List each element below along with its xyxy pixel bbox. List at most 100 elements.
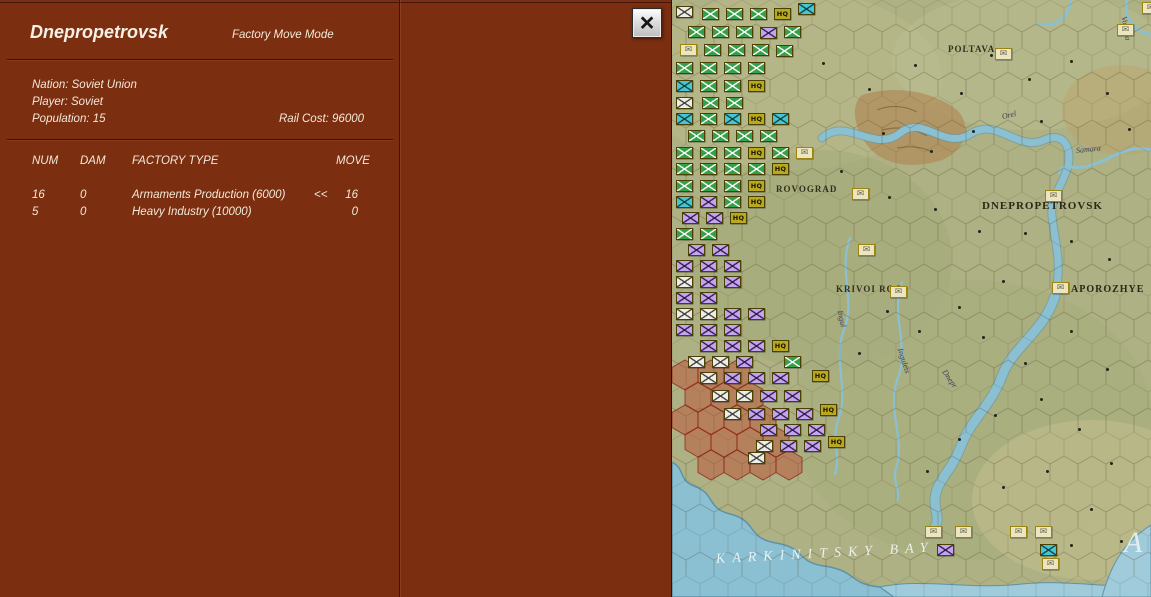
move-factory-control[interactable]: << [314, 189, 327, 201]
unit-counter[interactable] [724, 180, 741, 192]
unit-counter[interactable] [724, 408, 741, 420]
city-depot-counter[interactable]: ✉ [925, 526, 942, 538]
hq-unit-counter[interactable]: HQ [774, 8, 791, 20]
unit-counter[interactable] [676, 292, 693, 304]
unit-counter[interactable] [700, 80, 717, 92]
unit-counter[interactable] [784, 390, 801, 402]
unit-counter[interactable] [748, 340, 765, 352]
hq-unit-counter[interactable]: HQ [772, 340, 789, 352]
city-depot-counter[interactable]: ✉ [1042, 558, 1059, 570]
city-depot-counter[interactable]: ✉ [852, 188, 869, 200]
unit-counter[interactable] [748, 452, 765, 464]
unit-counter[interactable] [700, 324, 717, 336]
unit-counter[interactable] [700, 308, 717, 320]
unit-counter[interactable] [700, 180, 717, 192]
unit-counter[interactable] [724, 163, 741, 175]
unit-counter[interactable] [804, 440, 821, 452]
unit-counter[interactable] [772, 372, 789, 384]
hq-unit-counter[interactable]: HQ [820, 404, 837, 416]
city-depot-counter[interactable]: ✉ [1117, 24, 1134, 36]
unit-counter[interactable] [700, 196, 717, 208]
unit-counter[interactable] [776, 45, 793, 57]
unit-counter[interactable] [748, 163, 765, 175]
unit-counter[interactable] [748, 308, 765, 320]
unit-counter[interactable] [688, 130, 705, 142]
unit-counter[interactable] [724, 324, 741, 336]
city-depot-counter[interactable]: ✉ [680, 44, 697, 56]
city-depot-counter[interactable]: ✉ [796, 147, 813, 159]
unit-counter[interactable] [712, 244, 729, 256]
hq-unit-counter[interactable]: HQ [772, 163, 789, 175]
unit-counter[interactable] [760, 27, 777, 39]
unit-counter[interactable] [712, 26, 729, 38]
unit-counter[interactable] [728, 44, 745, 56]
unit-counter[interactable] [700, 62, 717, 74]
unit-counter[interactable] [780, 440, 797, 452]
unit-counter[interactable] [736, 26, 753, 38]
unit-counter[interactable] [676, 80, 693, 92]
hq-unit-counter[interactable]: HQ [730, 212, 747, 224]
unit-counter[interactable] [724, 196, 741, 208]
unit-counter[interactable] [724, 260, 741, 272]
unit-counter[interactable] [752, 44, 769, 56]
unit-counter[interactable] [676, 308, 693, 320]
unit-counter[interactable] [772, 408, 789, 420]
unit-counter[interactable] [796, 408, 813, 420]
city-depot-counter[interactable]: ✉ [1035, 526, 1052, 538]
unit-counter[interactable] [700, 113, 717, 125]
unit-counter[interactable] [772, 147, 789, 159]
unit-counter[interactable] [676, 113, 693, 125]
unit-counter[interactable] [808, 424, 825, 436]
unit-counter[interactable] [750, 8, 767, 20]
unit-counter[interactable] [724, 340, 741, 352]
unit-counter[interactable] [676, 196, 693, 208]
unit-counter[interactable] [700, 163, 717, 175]
unit-counter[interactable] [736, 390, 753, 402]
unit-counter[interactable] [700, 340, 717, 352]
hq-unit-counter[interactable]: HQ [748, 180, 765, 192]
unit-counter[interactable] [676, 260, 693, 272]
unit-counter[interactable] [682, 212, 699, 224]
unit-counter[interactable] [688, 356, 705, 368]
unit-counter[interactable] [700, 372, 717, 384]
unit-counter[interactable] [712, 356, 729, 368]
city-depot-counter[interactable]: ✉ [955, 526, 972, 538]
city-depot-counter[interactable]: ✉ [1045, 190, 1062, 202]
unit-counter[interactable] [676, 276, 693, 288]
city-depot-counter[interactable]: ✉ [1052, 282, 1069, 294]
unit-counter[interactable] [676, 6, 693, 18]
unit-counter[interactable] [784, 356, 801, 368]
factory-type[interactable]: Armaments Production (6000) [132, 189, 285, 201]
unit-counter[interactable] [700, 260, 717, 272]
unit-counter[interactable] [676, 228, 693, 240]
city-depot-counter[interactable]: ✉ [1010, 526, 1027, 538]
map-viewport[interactable]: POLTAVA ROVOGRAD DNEPROPETROVSK KRIVOI ROG A… [672, 0, 1151, 597]
unit-counter[interactable] [760, 390, 777, 402]
unit-counter[interactable] [724, 276, 741, 288]
unit-counter[interactable] [704, 44, 721, 56]
unit-counter[interactable] [676, 97, 693, 109]
unit-counter[interactable] [700, 292, 717, 304]
unit-counter[interactable] [702, 97, 719, 109]
unit-counter[interactable] [700, 276, 717, 288]
city-depot-counter[interactable]: ✉ [890, 286, 907, 298]
hq-unit-counter[interactable]: HQ [748, 80, 765, 92]
hq-unit-counter[interactable]: HQ [812, 370, 829, 382]
unit-counter[interactable] [700, 228, 717, 240]
unit-counter[interactable] [724, 308, 741, 320]
hq-unit-counter[interactable]: HQ [828, 436, 845, 448]
unit-counter[interactable] [736, 130, 753, 142]
unit-counter[interactable] [784, 424, 801, 436]
city-depot-counter[interactable]: ✉ [1142, 2, 1151, 14]
unit-counter[interactable] [748, 372, 765, 384]
unit-counter[interactable] [712, 130, 729, 142]
unit-counter[interactable] [676, 324, 693, 336]
unit-counter[interactable] [724, 147, 741, 159]
city-depot-counter[interactable]: ✉ [858, 244, 875, 256]
unit-counter[interactable] [756, 440, 773, 452]
city-depot-counter[interactable]: ✉ [995, 48, 1012, 60]
hq-unit-counter[interactable]: HQ [748, 147, 765, 159]
unit-counter[interactable] [724, 372, 741, 384]
unit-counter[interactable] [726, 97, 743, 109]
unit-counter[interactable] [676, 180, 693, 192]
